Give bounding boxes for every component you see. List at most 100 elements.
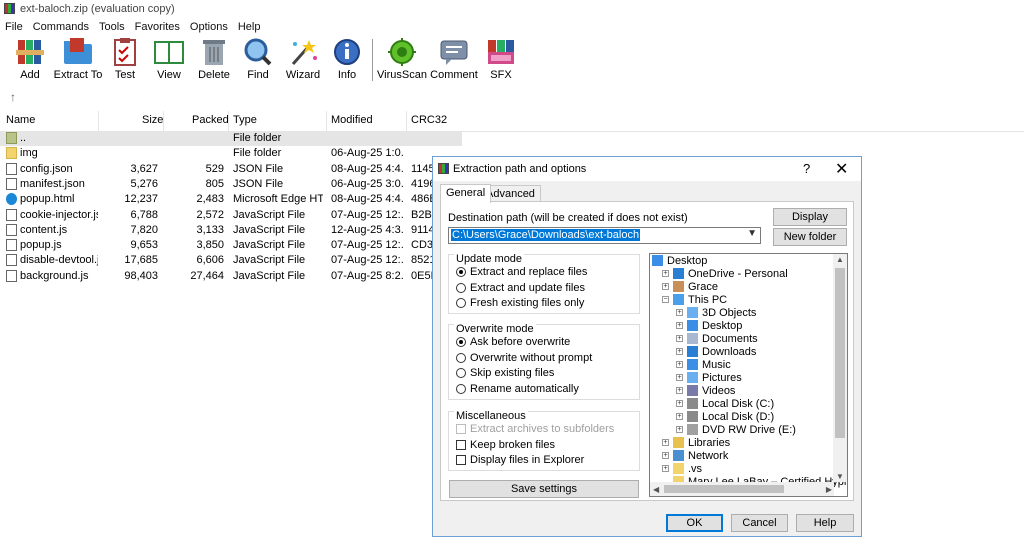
tree-node-label: Videos: [702, 385, 736, 397]
column-size[interactable]: Size: [142, 114, 163, 126]
menu-tools[interactable]: Tools: [94, 19, 130, 35]
folder-icon: [673, 463, 684, 474]
scroll-up-icon[interactable]: ▲: [836, 255, 844, 264]
dialog-title-bar: Extraction path and options ? ✕: [433, 157, 861, 181]
expand-icon[interactable]: +: [676, 426, 683, 433]
close-icon[interactable]: ✕: [835, 159, 848, 179]
file-row[interactable]: background.js 98,403 27,464 JavaScript File…: [0, 269, 462, 284]
column-modified[interactable]: Modified: [331, 114, 373, 126]
general-panel: Destination path (will be created if doe…: [440, 201, 854, 501]
destination-path-value[interactable]: C:\Users\Grace\Downloads\ext-baloch: [451, 229, 641, 241]
expand-icon[interactable]: +: [676, 309, 683, 316]
sfx-button[interactable]: SFX: [476, 37, 526, 81]
js-file-icon: [6, 269, 17, 282]
radio-icon[interactable]: [456, 298, 466, 308]
radio-icon[interactable]: [456, 368, 466, 378]
radio-icon[interactable]: [456, 282, 466, 293]
comment-button[interactable]: Comment: [429, 37, 479, 81]
menu-favorites[interactable]: Favorites: [130, 19, 185, 35]
scroll-thumb[interactable]: [835, 268, 845, 438]
folder-tree[interactable]: Desktop + OneDrive - Personal + Grace − This P…: [649, 253, 848, 497]
file-size: 6,788: [130, 208, 158, 221]
tree-node-label: DVD RW Drive (E:): [702, 424, 796, 436]
expand-icon[interactable]: +: [676, 387, 683, 394]
js-file-icon: [6, 208, 17, 221]
destination-path-combo[interactable]: C:\Users\Grace\Downloads\ext-baloch ▼: [448, 227, 761, 244]
virusscan-button[interactable]: VirusScan: [377, 37, 427, 81]
file-type: JavaScript File: [233, 269, 306, 282]
menu-commands[interactable]: Commands: [28, 19, 94, 35]
expand-icon[interactable]: +: [676, 413, 683, 420]
folder-up-icon: [6, 132, 17, 144]
expand-icon[interactable]: +: [676, 400, 683, 407]
checkbox-icon[interactable]: [456, 455, 466, 465]
delete-trash-icon: [198, 38, 230, 66]
collapse-icon[interactable]: −: [662, 296, 669, 303]
test-button[interactable]: Test: [100, 37, 150, 81]
new-folder-button[interactable]: New folder: [773, 228, 847, 246]
json-file-icon: [6, 162, 17, 175]
tree-vertical-scrollbar[interactable]: ▲ ▼: [833, 254, 847, 482]
scroll-down-icon[interactable]: ▼: [836, 472, 844, 481]
file-row[interactable]: img File folder 06-Aug-25 1:0...: [0, 146, 462, 161]
ok-button[interactable]: OK: [666, 514, 723, 532]
cancel-button[interactable]: Cancel: [731, 514, 788, 532]
file-row[interactable]: cookie-injector.js 6,788 2,572 JavaScript F…: [0, 208, 462, 223]
checkbox-icon[interactable]: [456, 439, 466, 450]
expand-icon[interactable]: +: [676, 335, 683, 342]
option-label: Keep broken files: [470, 438, 555, 451]
js-file-icon: [6, 254, 17, 267]
file-name: config.json: [20, 162, 73, 175]
scroll-left-icon[interactable]: ◀: [653, 485, 659, 494]
expand-icon[interactable]: +: [662, 439, 669, 446]
column-crc32[interactable]: CRC32: [411, 114, 447, 126]
expand-icon[interactable]: +: [676, 348, 683, 355]
tab-general[interactable]: General: [440, 184, 492, 203]
file-row[interactable]: .. File folder: [0, 131, 462, 146]
file-row[interactable]: content.js 7,820 3,133 JavaScript File 12-Au…: [0, 223, 462, 238]
overwrite-mode-title: Overwrite mode: [454, 323, 536, 335]
expand-icon[interactable]: +: [676, 322, 683, 329]
file-row[interactable]: popup.js 9,653 3,850 JavaScript File 07-Aug-…: [0, 238, 462, 253]
view-button[interactable]: View: [144, 37, 194, 81]
expand-icon[interactable]: +: [662, 465, 669, 472]
file-row[interactable]: manifest.json 5,276 805 JSON File 06-Aug-25 …: [0, 177, 462, 192]
add-button[interactable]: Add: [5, 37, 55, 81]
checkbox-icon[interactable]: [456, 424, 466, 434]
expand-icon[interactable]: +: [662, 283, 669, 290]
extract-to-button[interactable]: Extract To: [53, 37, 103, 81]
file-row[interactable]: disable-devtool.js 17,685 6,606 JavaScript …: [0, 253, 462, 268]
column-type[interactable]: Type: [233, 114, 257, 126]
file-row[interactable]: popup.html 12,237 2,483 Microsoft Edge HT..…: [0, 192, 462, 207]
expand-icon[interactable]: +: [676, 361, 683, 368]
expand-icon[interactable]: +: [662, 270, 669, 277]
file-name: content.js: [20, 223, 68, 236]
menu-options[interactable]: Options: [185, 19, 233, 35]
option-label: Skip existing files: [470, 367, 555, 379]
menu-file[interactable]: File: [0, 19, 28, 35]
expand-icon[interactable]: +: [662, 452, 669, 459]
wizard-button[interactable]: Wizard: [278, 37, 328, 81]
expand-icon[interactable]: +: [676, 374, 683, 381]
column-packed[interactable]: Packed: [192, 114, 229, 126]
delete-button[interactable]: Delete: [189, 37, 239, 81]
info-button[interactable]: Info: [322, 37, 372, 81]
find-button[interactable]: Find: [233, 37, 283, 81]
help-button[interactable]: Help: [796, 514, 854, 532]
save-settings-button[interactable]: Save settings: [449, 480, 639, 498]
menu-help[interactable]: Help: [233, 19, 266, 35]
scroll-thumb-horizontal[interactable]: [664, 485, 784, 493]
display-button[interactable]: Display: [773, 208, 847, 226]
up-folder-arrow-icon[interactable]: ↑: [10, 90, 16, 104]
radio-icon[interactable]: [456, 337, 466, 347]
file-row[interactable]: config.json 3,627 529 JSON File 08-Aug-25 4:…: [0, 162, 462, 177]
column-name[interactable]: Name: [6, 114, 35, 126]
help-icon[interactable]: ?: [803, 161, 810, 176]
dialog-title: Extraction path and options: [453, 163, 587, 175]
radio-icon[interactable]: [456, 267, 466, 277]
tree-horizontal-scrollbar[interactable]: ◀ ▶: [650, 482, 834, 496]
scroll-right-icon[interactable]: ▶: [826, 485, 832, 494]
radio-icon[interactable]: [456, 383, 466, 394]
chevron-down-icon[interactable]: ▼: [747, 228, 757, 239]
radio-icon[interactable]: [456, 352, 466, 363]
